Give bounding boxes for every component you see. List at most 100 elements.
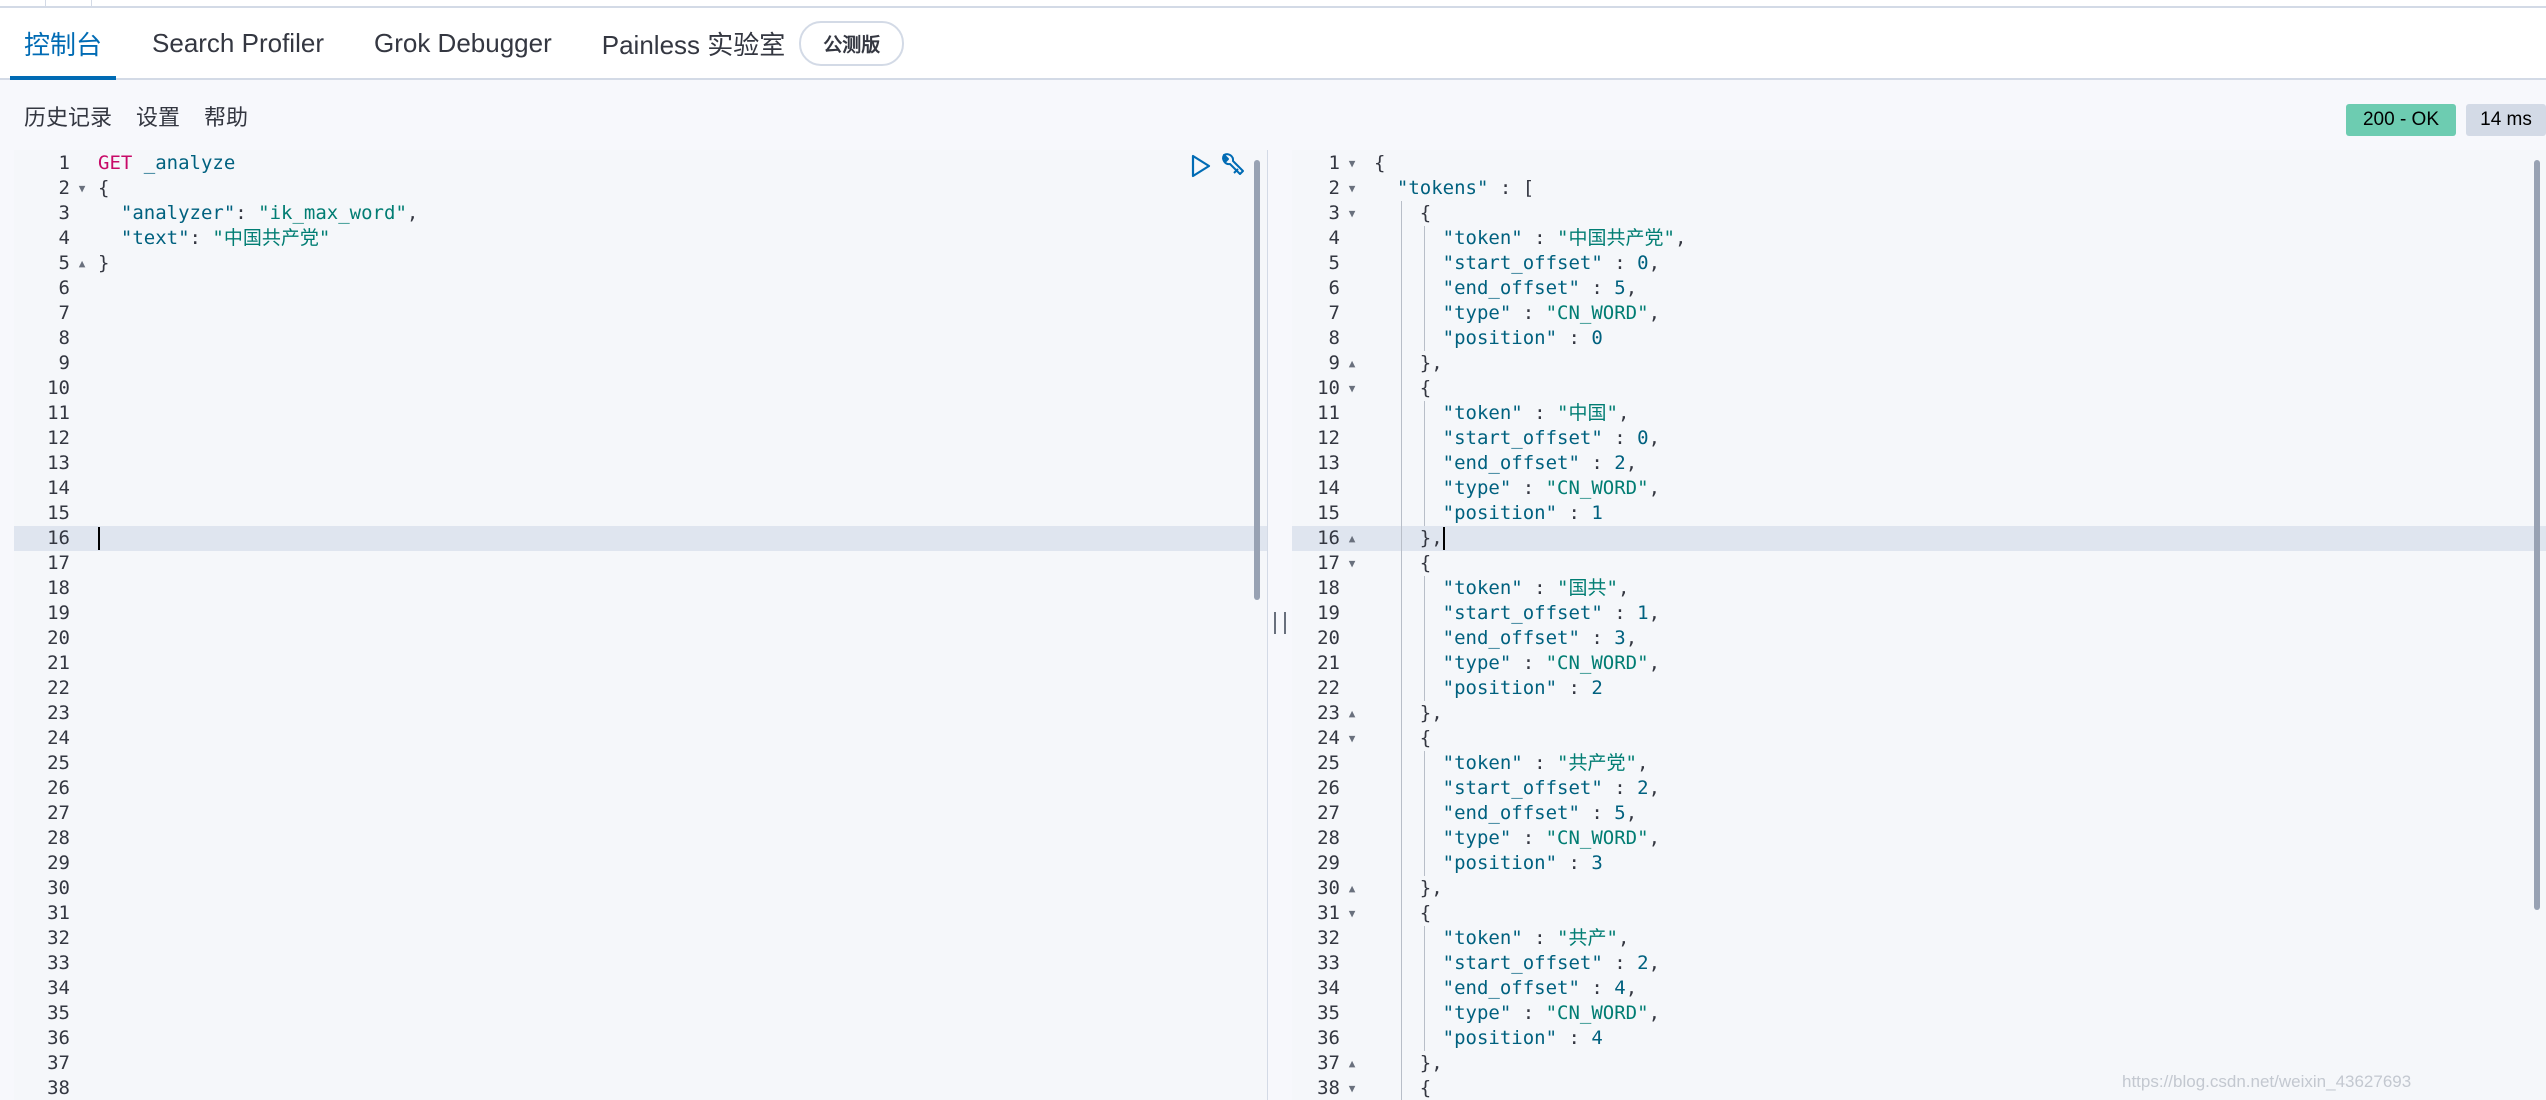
request-line[interactable]: 8 <box>14 326 1267 351</box>
request-line[interactable]: 1 GET _analyze <box>14 151 1267 176</box>
response-line[interactable]: 5 "start_offset" : 0, <box>1292 251 2546 276</box>
response-line[interactable]: 15 "position" : 1 <box>1292 501 2546 526</box>
request-line[interactable]: 38 <box>14 1076 1267 1100</box>
request-line[interactable]: 9 <box>14 351 1267 376</box>
request-line[interactable]: 34 <box>14 976 1267 1001</box>
response-line[interactable]: 28 "type" : "CN_WORD", <box>1292 826 2546 851</box>
request-line[interactable]: 4 "text": "中国共产党" <box>14 226 1267 251</box>
response-line[interactable]: 32 "token" : "共产", <box>1292 926 2546 951</box>
request-line[interactable]: 14 <box>14 476 1267 501</box>
response-editor[interactable]: 1 ▼{2 ▼ "tokens" : [3 ▼ {4 "token" : "中国共产党… <box>1292 150 2546 1100</box>
request-line[interactable]: 22 <box>14 676 1267 701</box>
response-line[interactable]: 19 "start_offset" : 1, <box>1292 601 2546 626</box>
response-line[interactable]: 25 "token" : "共产党", <box>1292 751 2546 776</box>
response-line[interactable]: 20 "end_offset" : 3, <box>1292 626 2546 651</box>
fold-open-icon[interactable]: ▼ <box>1344 1076 1360 1100</box>
response-line[interactable]: 30 ▲ }, <box>1292 876 2546 901</box>
response-line[interactable]: 23 ▲ }, <box>1292 701 2546 726</box>
request-line[interactable]: 24 <box>14 726 1267 751</box>
fold-close-icon[interactable]: ▲ <box>1344 526 1360 551</box>
request-line[interactable]: 26 <box>14 776 1267 801</box>
tab-painless-lab[interactable]: Painless 实验室 公测版 <box>588 8 919 78</box>
response-line[interactable]: 27 "end_offset" : 5, <box>1292 801 2546 826</box>
request-line[interactable]: 32 <box>14 926 1267 951</box>
tab-grok-debugger[interactable]: Grok Debugger <box>360 8 566 78</box>
request-line[interactable]: 15 <box>14 501 1267 526</box>
request-line[interactable]: 5 ▲} <box>14 251 1267 276</box>
request-line[interactable]: 29 <box>14 851 1267 876</box>
response-line[interactable]: 8 "position" : 0 <box>1292 326 2546 351</box>
request-line[interactable]: 20 <box>14 626 1267 651</box>
tab-search-profiler[interactable]: Search Profiler <box>138 8 338 78</box>
request-line[interactable]: 33 <box>14 951 1267 976</box>
tab-console[interactable]: 控制台 <box>10 8 117 80</box>
fold-open-icon[interactable]: ▼ <box>1344 726 1360 751</box>
response-line[interactable]: 33 "start_offset" : 2, <box>1292 951 2546 976</box>
request-scrollbar[interactable] <box>1254 160 1260 600</box>
request-line[interactable]: 10 <box>14 376 1267 401</box>
history-link[interactable]: 历史记录 <box>24 100 112 132</box>
request-line[interactable]: 31 <box>14 901 1267 926</box>
request-line[interactable]: 3 "analyzer": "ik_max_word", <box>14 201 1267 226</box>
response-line[interactable]: 31 ▼ { <box>1292 901 2546 926</box>
settings-link[interactable]: 设置 <box>136 100 180 132</box>
request-line[interactable]: 19 <box>14 601 1267 626</box>
response-line[interactable]: 13 "end_offset" : 2, <box>1292 451 2546 476</box>
pane-resize-handle[interactable] <box>1274 612 1286 636</box>
request-editor[interactable]: 1 GET _analyze 2 ▼ {3 "analyzer": "ik_max_wo… <box>14 150 1268 1100</box>
request-line[interactable]: 36 <box>14 1026 1267 1051</box>
response-line[interactable]: 9 ▲ }, <box>1292 351 2546 376</box>
request-line[interactable]: 21 <box>14 651 1267 676</box>
request-line[interactable]: 13 <box>14 451 1267 476</box>
play-icon[interactable] <box>1190 153 1212 179</box>
fold-close-icon[interactable]: ▲ <box>1344 351 1360 376</box>
response-line[interactable]: 14 "type" : "CN_WORD", <box>1292 476 2546 501</box>
response-line[interactable]: 11 "token" : "中国", <box>1292 401 2546 426</box>
wrench-icon[interactable] <box>1218 151 1246 179</box>
request-line[interactable]: 23 <box>14 701 1267 726</box>
response-line[interactable]: 24 ▼ { <box>1292 726 2546 751</box>
request-line[interactable]: 16 <box>14 526 1267 551</box>
request-line[interactable]: 6 <box>14 276 1267 301</box>
response-scrollbar[interactable] <box>2534 160 2540 910</box>
response-line[interactable]: 26 "start_offset" : 2, <box>1292 776 2546 801</box>
response-line[interactable]: 35 "type" : "CN_WORD", <box>1292 1001 2546 1026</box>
response-line[interactable]: 17 ▼ { <box>1292 551 2546 576</box>
request-line[interactable]: 28 <box>14 826 1267 851</box>
response-line[interactable]: 16 ▲ }, <box>1292 526 2546 551</box>
response-line[interactable]: 29 "position" : 3 <box>1292 851 2546 876</box>
request-line[interactable]: 2 ▼ { <box>14 176 1267 201</box>
response-line[interactable]: 21 "type" : "CN_WORD", <box>1292 651 2546 676</box>
response-line[interactable]: 36 "position" : 4 <box>1292 1026 2546 1051</box>
response-line[interactable]: 34 "end_offset" : 4, <box>1292 976 2546 1001</box>
response-line[interactable]: 10 ▼ { <box>1292 376 2546 401</box>
response-line[interactable]: 7 "type" : "CN_WORD", <box>1292 301 2546 326</box>
request-line[interactable]: 18 <box>14 576 1267 601</box>
request-line[interactable]: 7 <box>14 301 1267 326</box>
response-line[interactable]: 1 ▼ { <box>1292 151 2546 176</box>
response-line[interactable]: 12 "start_offset" : 0, <box>1292 426 2546 451</box>
request-line[interactable]: 30 <box>14 876 1267 901</box>
fold-open-icon[interactable]: ▼ <box>1344 551 1360 576</box>
fold-open-icon[interactable]: ▼ <box>1344 201 1360 226</box>
request-line[interactable]: 12 <box>14 426 1267 451</box>
help-link[interactable]: 帮助 <box>204 100 248 132</box>
fold-close-icon[interactable]: ▲ <box>1344 701 1360 726</box>
response-line[interactable]: 4 "token" : "中国共产党", <box>1292 226 2546 251</box>
fold-open-icon[interactable]: ▼ <box>1344 176 1360 201</box>
response-line[interactable]: 6 "end_offset" : 5, <box>1292 276 2546 301</box>
response-line[interactable]: 2 ▼ "tokens" : [ <box>1292 176 2546 201</box>
fold-open-icon[interactable]: ▼ <box>1344 901 1360 926</box>
fold-open-icon[interactable]: ▼ <box>1344 376 1360 401</box>
fold-close-icon[interactable]: ▲ <box>74 251 90 276</box>
request-line[interactable]: 37 <box>14 1051 1267 1076</box>
response-line[interactable]: 3 ▼ { <box>1292 201 2546 226</box>
request-line[interactable]: 17 <box>14 551 1267 576</box>
fold-open-icon[interactable]: ▼ <box>1344 151 1360 176</box>
request-line[interactable]: 35 <box>14 1001 1267 1026</box>
response-line[interactable]: 18 "token" : "国共", <box>1292 576 2546 601</box>
request-line[interactable]: 25 <box>14 751 1267 776</box>
response-line[interactable]: 22 "position" : 2 <box>1292 676 2546 701</box>
fold-close-icon[interactable]: ▲ <box>1344 1051 1360 1076</box>
fold-close-icon[interactable]: ▲ <box>1344 876 1360 901</box>
